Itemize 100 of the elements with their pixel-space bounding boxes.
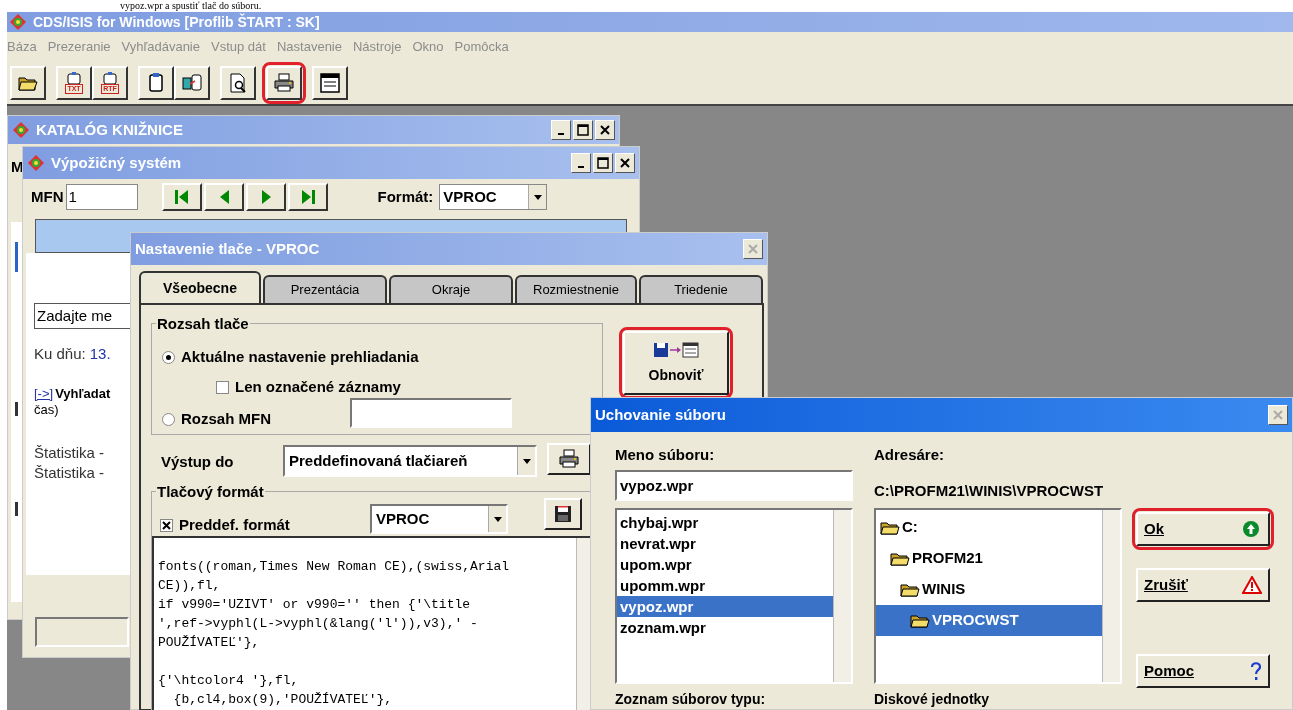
maximize-icon: [577, 124, 589, 136]
close-button[interactable]: [743, 239, 763, 259]
file-list-item[interactable]: chybaj.wpr: [617, 512, 833, 533]
scrollbar[interactable]: [1102, 510, 1120, 682]
printer-icon: [273, 72, 295, 94]
folder-tree-item[interactable]: C:: [876, 512, 1102, 543]
statistics-text: Štatistika -: [34, 463, 105, 483]
format-dropdown[interactable]: VPROC: [370, 504, 508, 534]
skip-back-icon: [172, 188, 191, 206]
dialog-button[interactable]: Zrušiť: [1136, 568, 1270, 602]
caret-icon: [533, 194, 542, 200]
printer-button[interactable]: [547, 443, 591, 475]
option-label: Aktuálne nastavenie prehliadania: [181, 347, 419, 367]
first-record-button[interactable]: [161, 183, 202, 211]
file-name-field[interactable]: vypoz.wpr: [615, 470, 853, 501]
tab[interactable]: Všeobecne: [139, 271, 261, 303]
checkbox-label: Preddef. formát: [179, 515, 290, 535]
checkbox[interactable]: [216, 380, 229, 394]
caret-icon: [493, 516, 502, 522]
close-button[interactable]: [1268, 405, 1288, 425]
field-label: Formát:: [377, 186, 434, 207]
app-logo-icon: [9, 13, 27, 31]
directory-path: C:\PROFM21\WINIS\VPROCWST: [874, 481, 1104, 501]
disk-to-form-icon: [652, 340, 700, 359]
clipboard-icon: [67, 72, 81, 84]
date-label: Ku dňu:: [34, 344, 86, 364]
output-dropdown[interactable]: Preddefinovaná tlačiareň: [283, 445, 537, 477]
window-title: CDS/ISIS for Windows [Proflib ŠTART : SK]: [33, 12, 320, 32]
field-label: Diskové jednotky: [874, 690, 990, 708]
format-dropdown[interactable]: VPROC: [439, 184, 548, 210]
dropdown-button[interactable]: [528, 185, 547, 209]
file-list-item[interactable]: nevrat.wpr: [617, 533, 833, 554]
scroll-mark: [15, 502, 18, 516]
folder-tree-item[interactable]: WINIS: [876, 574, 1102, 605]
app-logo-icon: [12, 121, 30, 139]
minimize-button[interactable]: [551, 120, 571, 140]
previous-button[interactable]: [203, 183, 244, 211]
dropdown-button[interactable]: [488, 506, 506, 532]
scrollbar[interactable]: [576, 538, 590, 710]
document-copy-icon: [181, 72, 203, 94]
field-label: MFN: [31, 186, 64, 207]
minimize-button[interactable]: [571, 153, 591, 173]
radio-button[interactable]: [162, 350, 175, 364]
app-logo-icon: [27, 154, 45, 172]
statistics-text: Štatistika -: [34, 443, 105, 463]
scrollbar[interactable]: [833, 510, 851, 682]
toolbar-button[interactable]: [312, 66, 348, 100]
tab[interactable]: Triedenie: [639, 275, 763, 303]
radio-button[interactable]: [162, 412, 175, 426]
folder-icon: [890, 551, 910, 566]
file-list-item[interactable]: vypoz.wpr: [617, 596, 833, 617]
maximize-button[interactable]: [593, 153, 613, 173]
next-button[interactable]: [245, 183, 286, 211]
toolbar-button[interactable]: [174, 66, 210, 100]
mfn-field[interactable]: 1: [65, 184, 138, 210]
field-label: Zoznam súborov typu:: [615, 690, 766, 708]
folder-icon: [910, 613, 930, 628]
link[interactable]: [->]: [34, 383, 54, 403]
file-list-item[interactable]: upomm.wpr: [617, 575, 833, 596]
toolbar-button[interactable]: [10, 66, 46, 100]
checkbox[interactable]: [160, 518, 173, 532]
maximize-button[interactable]: [573, 120, 593, 140]
minimize-icon: [578, 166, 584, 168]
folder-tree-item[interactable]: PROFM21: [876, 543, 1102, 574]
minimize-icon: [558, 133, 564, 135]
file-list-item[interactable]: zoznam.wpr: [617, 617, 833, 638]
tab[interactable]: Prezentácia: [263, 275, 387, 303]
window-title: Výpožičný systém: [51, 152, 182, 173]
close-icon: [600, 125, 610, 135]
code-editor[interactable]: fonts((roman,Times New Roman CE),(swiss,Arial CE)),fl, if v990='UZIVT' or v990='' then {'\title ',ref->vyphl(L->vyphl(&lang('l')),v3),' - POUŽÍVATEĽ'}, {'\htcolor4 '},fl, {b,cl4,box(9),'POUŽÍVATEĽ'},: [152, 536, 592, 710]
mfn-range-field[interactable]: [350, 398, 512, 428]
dialog-title: Uchovanie súboru: [595, 404, 726, 425]
close-button[interactable]: [595, 120, 615, 140]
last-record-button[interactable]: [287, 183, 328, 211]
maximize-icon: [597, 157, 609, 169]
warning-icon: [1242, 576, 1262, 594]
dialog-title: Nastavenie tlače - VPROC: [135, 238, 320, 259]
caption-text: vypoz.wpr a spustiť tlač do súboru.: [120, 0, 262, 12]
date-value: 13.: [89, 344, 111, 364]
search-text: čas): [34, 403, 59, 417]
printer-icon: [558, 448, 580, 470]
window-title: KATALÓG KNIŽNICE: [36, 119, 183, 140]
tab[interactable]: Rozmiestnenie: [515, 275, 637, 303]
toolbar-button[interactable]: [138, 66, 174, 100]
arrow-up-circle-icon: [1242, 520, 1262, 538]
scroll-mark: [15, 402, 18, 416]
save-button[interactable]: [544, 498, 582, 530]
close-icon: [620, 158, 630, 168]
dropdown-button[interactable]: [517, 447, 535, 475]
toolbar-button[interactable]: [220, 66, 256, 100]
code-text: fonts((roman,Times New Roman CE),(swiss,Arial CE)),fl, if v990='UZIVT' or v990='' then {'\title ',ref->vyphl(L->vyphl(&lang('l')),v3),' - POUŽÍVATEĽ'}, {'\htcolor4 '},fl, {b,cl4,box(9),'POUŽÍVATEĽ'},: [157, 558, 511, 709]
file-list-item[interactable]: upom.wpr: [617, 554, 833, 575]
folder-tree-item[interactable]: VPROCWST: [876, 605, 1102, 636]
menu-item[interactable]: M: [11, 156, 24, 179]
field-label: Výstup do: [161, 452, 234, 472]
dialog-button[interactable]: Pomoc: [1136, 654, 1270, 688]
tab[interactable]: Okraje: [389, 275, 513, 303]
window-icon: [319, 72, 341, 94]
close-button[interactable]: [615, 153, 635, 173]
search-text: Vyhľadat: [55, 384, 111, 403]
